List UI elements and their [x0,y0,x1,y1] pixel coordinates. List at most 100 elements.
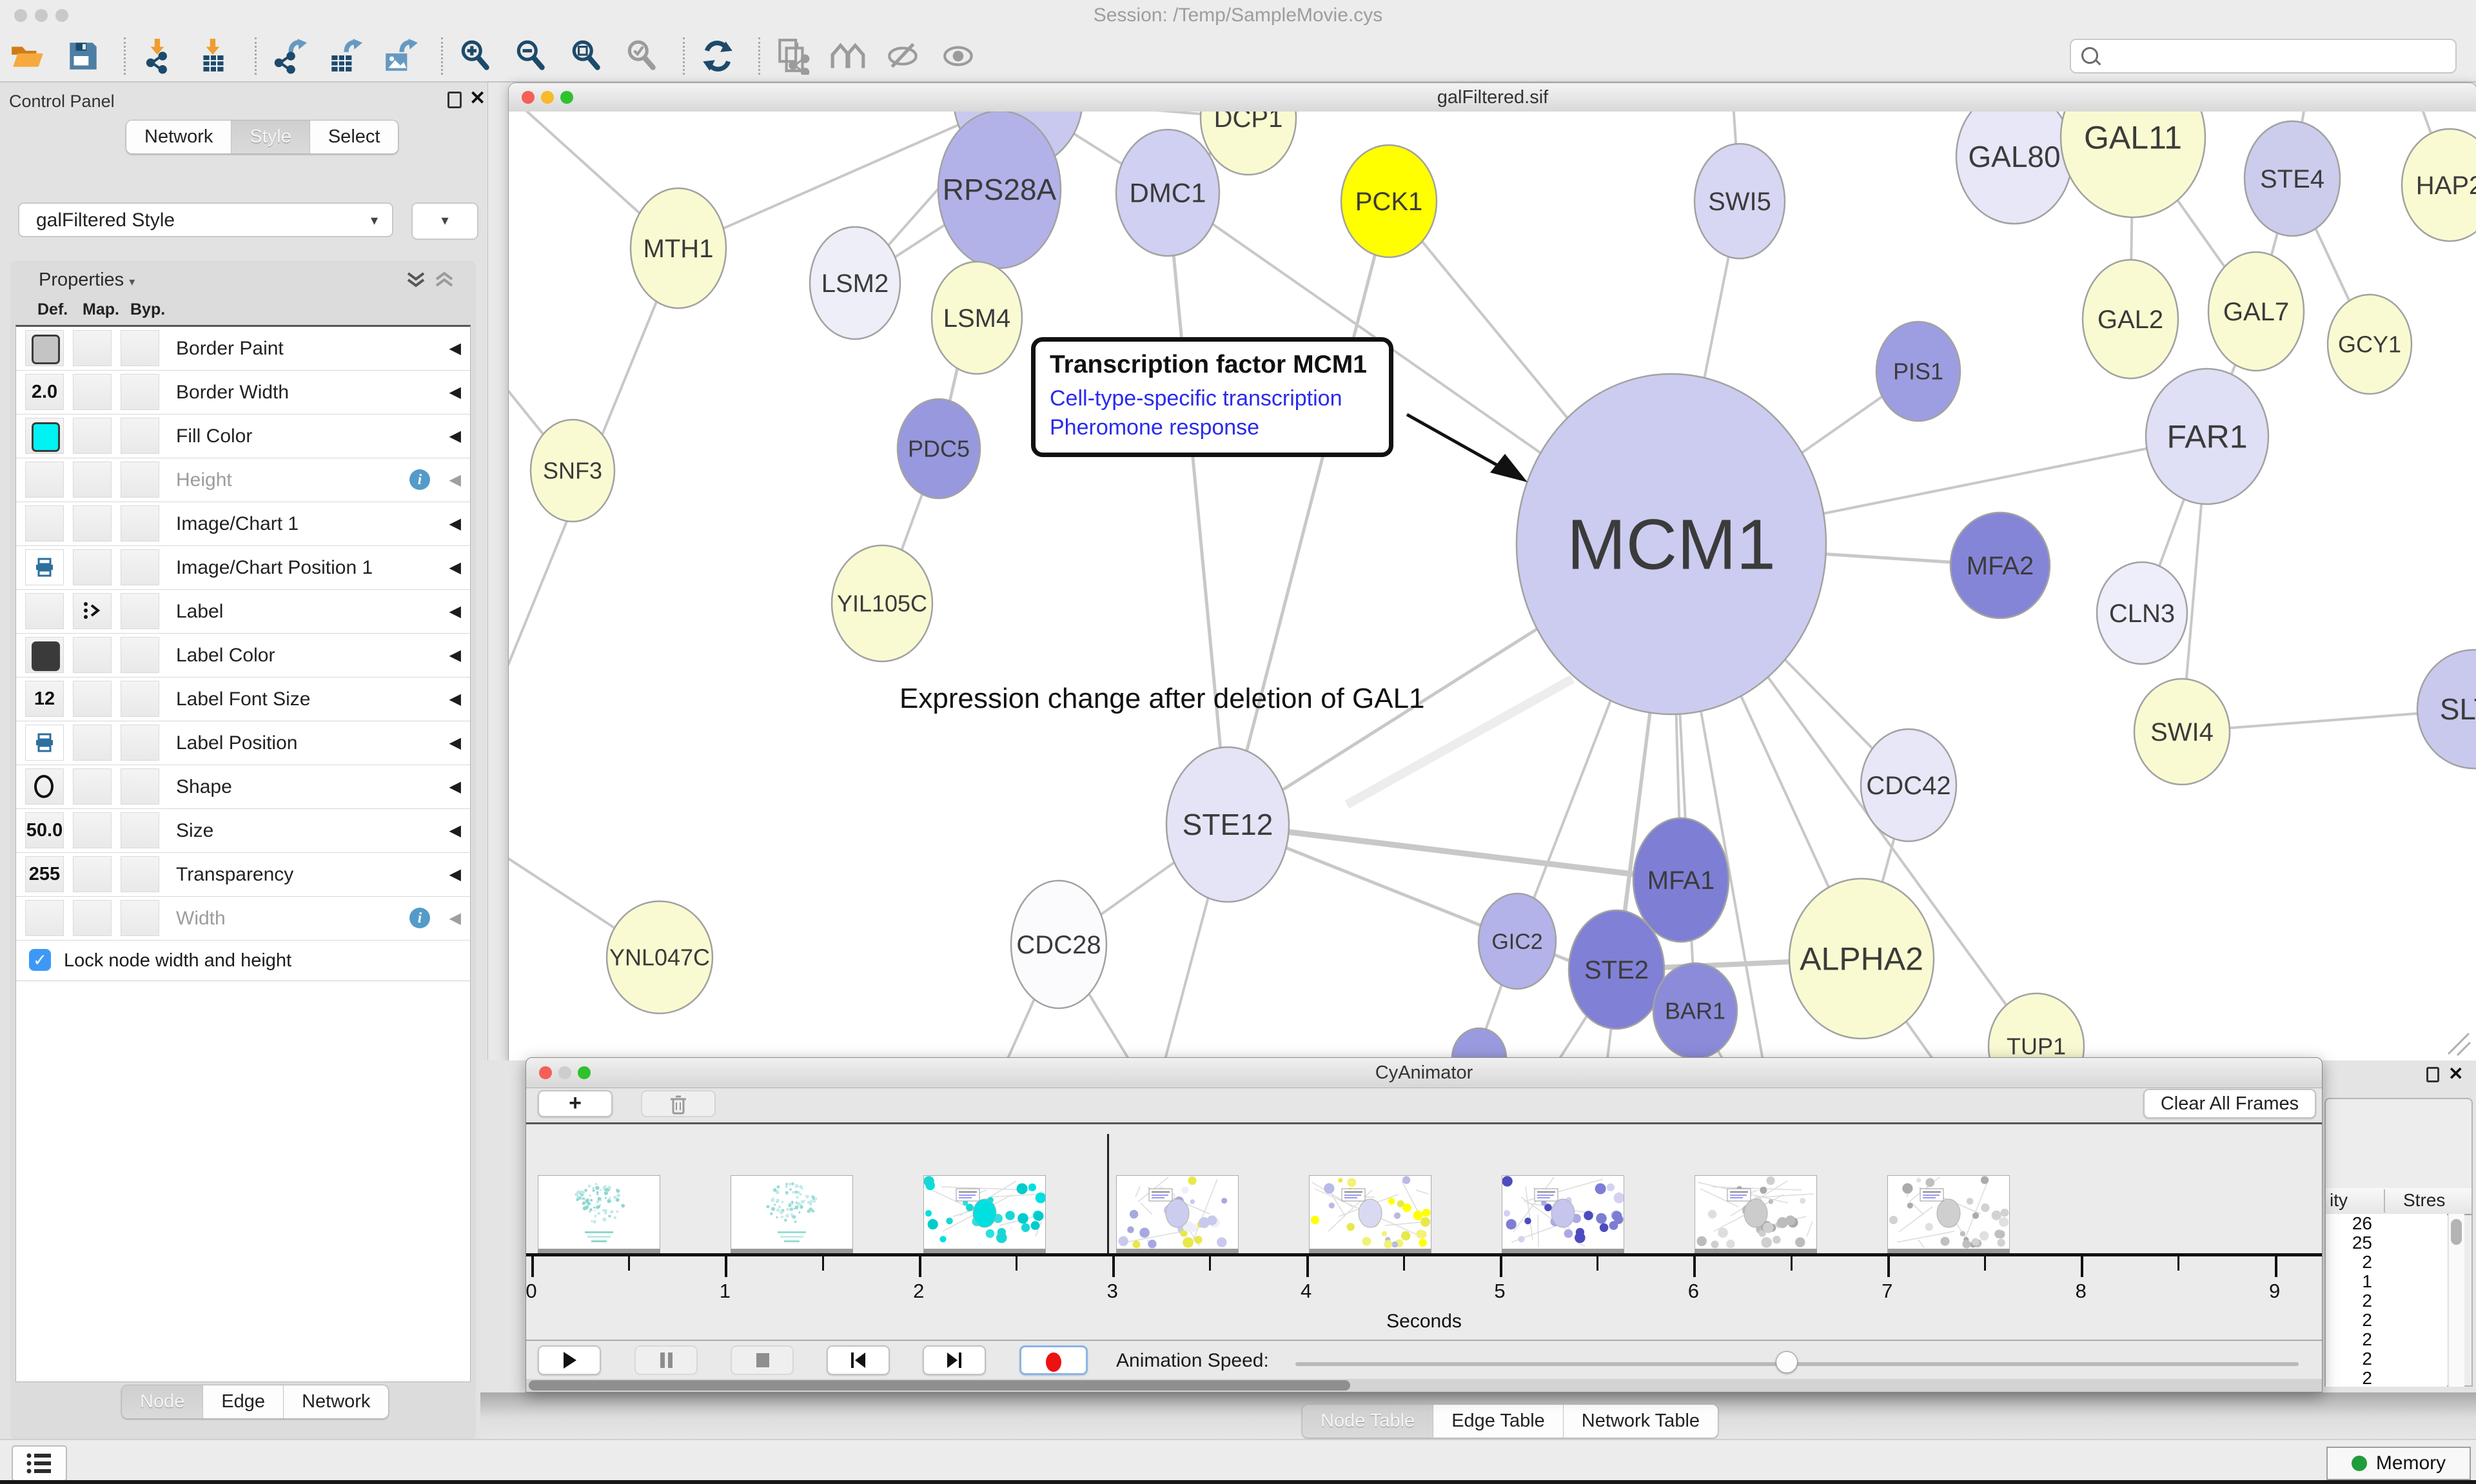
map-cell[interactable] [73,681,112,717]
color-swatch[interactable] [32,422,60,452]
byp-cell[interactable] [121,681,159,717]
map-cell[interactable] [73,856,112,892]
style-options-menu-button[interactable]: ▾ [411,202,478,240]
property-row-border-paint[interactable]: Border Paint◀ [16,327,470,371]
map-cell[interactable] [73,418,112,454]
byp-cell[interactable] [121,549,159,585]
byp-cell[interactable] [121,593,159,629]
property-row-label-font-size[interactable]: 12Label Font Size◀ [16,678,470,721]
byp-cell[interactable] [121,768,159,805]
def-cell[interactable] [25,768,64,805]
def-cell[interactable] [25,900,64,936]
byp-cell[interactable] [121,330,159,366]
table-scrollbar[interactable] [2448,1214,2464,1387]
map-cell[interactable] [73,549,112,585]
lock-dimensions-row[interactable]: ✓ Lock node width and height [16,941,470,981]
zoom-traffic-light-icon[interactable] [560,91,573,104]
zoom-traffic-light-icon[interactable] [578,1066,591,1079]
def-cell[interactable] [25,549,64,585]
frame-thumbnail-1[interactable] [538,1175,660,1253]
frame-thumbnail-6[interactable] [1502,1175,1624,1253]
tab-node-table[interactable]: Node Table [1302,1405,1433,1438]
tab-node[interactable]: Node [122,1385,203,1418]
byp-cell[interactable] [121,637,159,673]
zoom-in-icon[interactable] [457,37,495,75]
timeline-scrollbar[interactable] [526,1379,2322,1392]
delete-frame-button[interactable] [641,1090,716,1117]
byp-cell[interactable] [121,725,159,761]
property-row-image-chart-1[interactable]: Image/Chart 1◀ [16,502,470,546]
frame-thumbnail-7[interactable] [1695,1175,1817,1253]
refresh-icon[interactable] [699,37,736,75]
pause-button[interactable] [634,1345,698,1375]
property-row-size[interactable]: 50.0Size◀ [16,809,470,853]
lock-checkbox[interactable]: ✓ [29,949,51,971]
column-header-ity[interactable]: ity [2330,1188,2348,1213]
map-cell[interactable] [73,637,112,673]
column-divider[interactable] [2384,1189,2385,1213]
expand-row-icon[interactable]: ◀ [449,678,461,721]
close-panel-icon[interactable]: ✕ [469,90,486,107]
network-node-nodep[interactable] [1452,1028,1506,1061]
close-panel-icon[interactable]: ✕ [2448,1066,2463,1082]
tab-network[interactable]: Network [284,1385,388,1418]
byp-cell[interactable] [121,505,159,542]
frame-thumbnail-8[interactable] [1887,1175,2010,1253]
def-cell[interactable] [25,725,64,761]
def-cell[interactable] [25,593,64,629]
properties-header[interactable]: Properties ▾ [39,269,135,291]
table-cell[interactable]: 25 [2326,1233,2372,1253]
def-cell[interactable] [25,330,64,366]
network-canvas[interactable]: RPS28ADMC1DCP1PCK1MTH1LSM2LSM4SNF3PDC5YI… [509,112,2476,1061]
table-cell[interactable]: 2 [2326,1291,2372,1311]
save-icon[interactable] [64,37,102,75]
timeline-playhead[interactable] [1107,1134,1109,1253]
def-cell[interactable] [25,462,64,498]
expand-row-icon[interactable]: ◀ [449,897,461,940]
color-swatch[interactable] [32,641,60,671]
expand-row-icon[interactable]: ◀ [449,853,461,896]
tab-select[interactable]: Select [310,121,398,153]
expand-row-icon[interactable]: ◀ [449,765,461,808]
minimize-traffic-light-icon[interactable] [541,91,554,104]
expand-row-icon[interactable]: ◀ [449,458,461,502]
memory-button[interactable]: Memory [2326,1447,2471,1480]
expand-row-icon[interactable]: ◀ [449,809,461,852]
minimize-traffic-light-icon[interactable] [35,9,48,22]
property-row-width[interactable]: Widthi◀ [16,897,470,941]
info-icon[interactable]: i [409,469,430,490]
skip-to-start-button[interactable] [827,1345,890,1375]
property-row-border-width[interactable]: 2.0Border Width◀ [16,371,470,415]
expand-row-icon[interactable]: ◀ [449,590,461,633]
play-button[interactable] [538,1345,601,1375]
scrollbar-thumb[interactable] [2451,1219,2462,1245]
table-cell[interactable]: 2 [2326,1349,2372,1369]
property-row-height[interactable]: Heighti◀ [16,458,470,502]
add-frame-button[interactable]: + [538,1090,613,1117]
zoom-traffic-light-icon[interactable] [55,9,68,22]
map-cell[interactable] [73,768,112,805]
def-cell[interactable] [25,418,64,454]
frame-thumbnail-4[interactable] [1116,1175,1239,1253]
import-table-icon[interactable] [195,37,233,75]
map-cell[interactable] [73,462,112,498]
export-network-icon[interactable] [271,37,308,75]
property-row-image-chart-position-1[interactable]: Image/Chart Position 1◀ [16,546,470,590]
scrollbar-thumb[interactable] [529,1380,1350,1391]
table-cell[interactable]: 2 [2326,1253,2372,1272]
zoom-out-icon[interactable] [513,37,550,75]
annotation-link[interactable]: Pheromone response [1050,413,1382,442]
style-select-dropdown[interactable]: galFiltered Style ▾ [18,202,393,237]
def-cell[interactable]: 50.0 [25,812,64,848]
map-cell[interactable] [73,330,112,366]
property-row-label-color[interactable]: Label Color◀ [16,634,470,678]
collapse-all-icon[interactable] [433,271,455,290]
map-cell[interactable] [73,900,112,936]
byp-cell[interactable] [121,374,159,410]
table-cell[interactable]: 2 [2326,1330,2372,1349]
def-cell[interactable]: 255 [25,856,64,892]
table-cell[interactable]: 1 [2326,1272,2372,1291]
expand-all-icon[interactable] [405,271,427,290]
tab-network-table[interactable]: Network Table [1564,1405,1718,1438]
tab-edge-table[interactable]: Edge Table [1433,1405,1564,1438]
